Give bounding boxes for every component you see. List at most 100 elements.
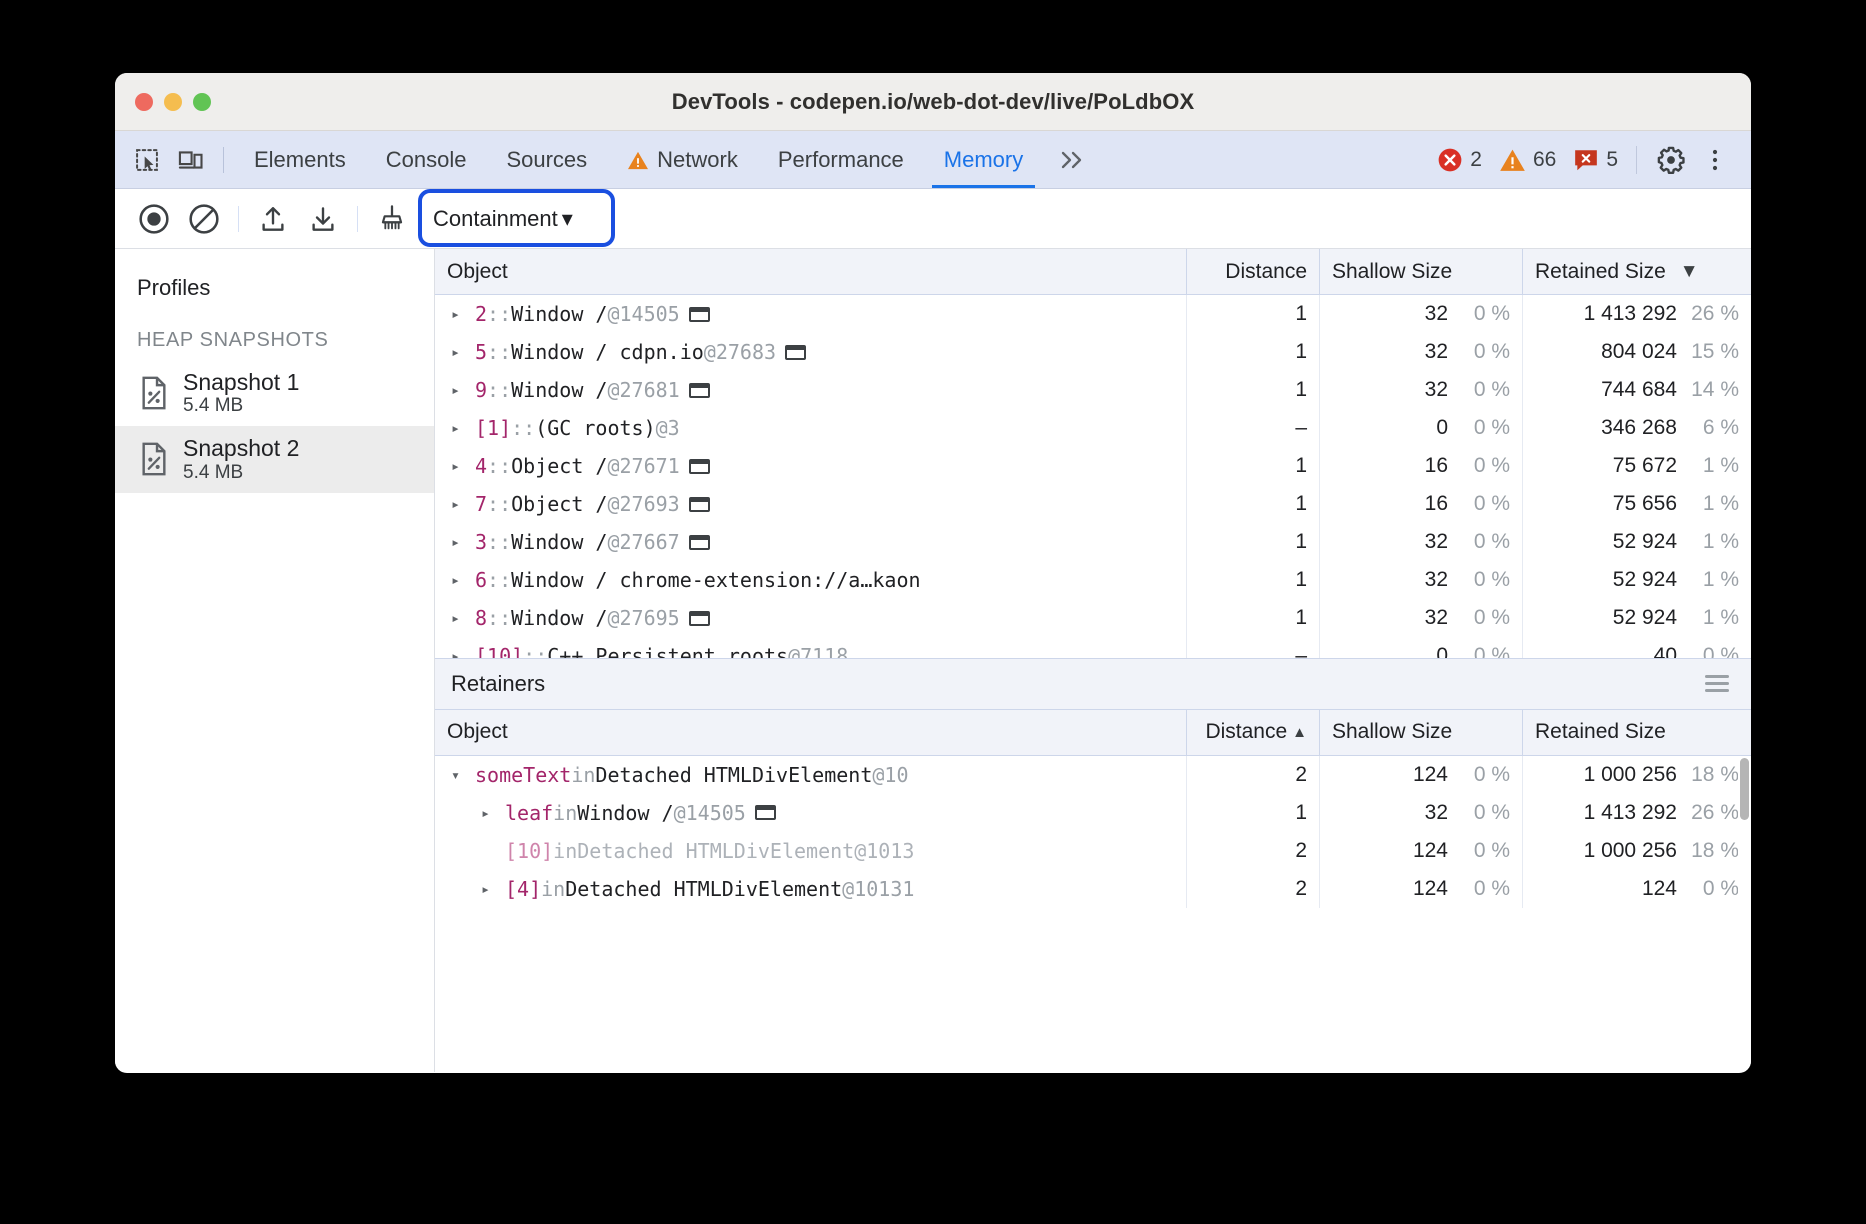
more-tabs-icon[interactable] bbox=[1043, 148, 1101, 172]
warning-badge[interactable]: 66 bbox=[1493, 148, 1562, 172]
retainers-column-header-shallow-size[interactable]: Shallow Size bbox=[1320, 710, 1523, 755]
shallow-size-value: 32 bbox=[1425, 340, 1448, 364]
device-toolbar-icon[interactable] bbox=[169, 140, 213, 180]
sidebar-section-heap-snapshots: HEAP SNAPSHOTS bbox=[115, 307, 434, 360]
collapsed-twisty-icon[interactable]: ▸ bbox=[451, 647, 475, 658]
zoom-window-button[interactable] bbox=[193, 93, 211, 111]
collapsed-twisty-icon[interactable]: ▸ bbox=[481, 880, 505, 898]
table-row[interactable]: ▸5 :: Window / cdpn.io @276831320 %804 0… bbox=[435, 333, 1751, 371]
object-address: @27683 bbox=[704, 340, 776, 364]
tab-console[interactable]: Console bbox=[366, 131, 487, 188]
table-row[interactable]: [10] in Detached HTMLDivElement @1013212… bbox=[435, 832, 1751, 870]
cell-object: ▸2 :: Window / @14505 bbox=[435, 295, 1187, 333]
retained-size-percent: 18 % bbox=[1677, 763, 1739, 787]
object-separator: in bbox=[553, 801, 577, 825]
collapsed-twisty-icon[interactable]: ▸ bbox=[451, 305, 475, 323]
table-row[interactable]: ▸4 :: Object / @276711160 %75 6721 % bbox=[435, 447, 1751, 485]
warning-count: 66 bbox=[1533, 148, 1556, 172]
collapsed-twisty-icon[interactable]: ▸ bbox=[451, 381, 475, 399]
warning-icon bbox=[1499, 148, 1526, 172]
error-badge[interactable]: 2 bbox=[1431, 147, 1488, 173]
collapsed-twisty-icon[interactable]: ▸ bbox=[481, 804, 505, 822]
retainers-column-header-retained-size[interactable]: Retained Size bbox=[1523, 710, 1751, 755]
object-index: leaf bbox=[505, 801, 553, 825]
table-row[interactable]: ▸[1] :: (GC roots) @3–00 %346 2686 % bbox=[435, 409, 1751, 447]
cell-distance: 2 bbox=[1187, 870, 1320, 908]
retainers-scrollbar[interactable] bbox=[1738, 756, 1751, 1073]
tab-memory[interactable]: Memory bbox=[924, 131, 1043, 188]
cell-shallow-size: 320 % bbox=[1320, 333, 1523, 371]
sidebar-title: Profiles bbox=[115, 265, 434, 307]
collapsed-twisty-icon[interactable]: ▸ bbox=[451, 609, 475, 627]
shallow-size-percent: 0 % bbox=[1448, 492, 1510, 516]
sidebar-item-snapshot-2[interactable]: Snapshot 2 5.4 MB bbox=[115, 426, 434, 492]
table-row[interactable]: ▸9 :: Window / @276811320 %744 68414 % bbox=[435, 371, 1751, 409]
table-row[interactable]: ▸8 :: Window / @276951320 %52 9241 % bbox=[435, 599, 1751, 637]
gear-icon[interactable] bbox=[1649, 140, 1693, 180]
collapsed-twisty-icon[interactable]: ▸ bbox=[451, 571, 475, 589]
memory-content: Object Distance Shallow Size Retained Si… bbox=[435, 249, 1751, 1072]
object-separator: :: bbox=[487, 340, 511, 364]
tab-elements[interactable]: Elements bbox=[234, 131, 366, 188]
table-row[interactable]: ▸leaf in Window / @145051320 %1 413 2922… bbox=[435, 794, 1751, 832]
table-row[interactable]: ▸[4] in Detached HTMLDivElement @1013121… bbox=[435, 870, 1751, 908]
shallow-size-value: 0 bbox=[1436, 644, 1448, 658]
issue-badge[interactable]: 5 bbox=[1567, 148, 1624, 172]
collect-garbage-broom-icon[interactable] bbox=[367, 197, 417, 241]
cell-object: ▸5 :: Window / cdpn.io @27683 bbox=[435, 333, 1187, 371]
minimize-window-button[interactable] bbox=[164, 93, 182, 111]
column-header-shallow-size[interactable]: Shallow Size bbox=[1320, 249, 1523, 294]
cell-distance: 1 bbox=[1187, 371, 1320, 409]
table-row[interactable]: ▸6 :: Window / chrome-extension://a…kaon… bbox=[435, 561, 1751, 599]
shallow-size-percent: 0 % bbox=[1448, 877, 1510, 901]
object-name: Window / bbox=[511, 302, 607, 326]
tab-performance[interactable]: Performance bbox=[758, 131, 924, 188]
cell-distance: 2 bbox=[1187, 756, 1320, 794]
snapshot-1-size: 5.4 MB bbox=[183, 395, 299, 417]
object-separator: in bbox=[553, 839, 577, 863]
scrollbar-thumb[interactable] bbox=[1740, 758, 1749, 820]
expanded-twisty-icon[interactable]: ▾ bbox=[451, 766, 475, 784]
shallow-size-value: 0 bbox=[1436, 416, 1448, 440]
retained-size-value: 75 656 bbox=[1613, 492, 1677, 516]
close-window-button[interactable] bbox=[135, 93, 153, 111]
retainers-column-header-object[interactable]: Object bbox=[435, 710, 1187, 755]
column-header-retained-size[interactable]: Retained Size ▼ bbox=[1523, 249, 1751, 294]
collapsed-twisty-icon[interactable]: ▸ bbox=[451, 457, 475, 475]
sidebar-item-snapshot-1[interactable]: Snapshot 1 5.4 MB bbox=[115, 360, 434, 426]
view-select[interactable]: Containment ▾ bbox=[427, 201, 579, 237]
table-row[interactable]: ▸3 :: Window / @276671320 %52 9241 % bbox=[435, 523, 1751, 561]
shallow-size-percent: 0 % bbox=[1448, 568, 1510, 592]
table-row[interactable]: ▸2 :: Window / @145051320 %1 413 29226 % bbox=[435, 295, 1751, 333]
panel-body: Profiles HEAP SNAPSHOTS Snapshot 1 5.4 M… bbox=[115, 249, 1751, 1072]
table-row[interactable]: ▸7 :: Object / @276931160 %75 6561 % bbox=[435, 485, 1751, 523]
object-address: @14505 bbox=[607, 302, 679, 326]
collapsed-twisty-icon[interactable]: ▸ bbox=[451, 419, 475, 437]
tab-sources[interactable]: Sources bbox=[486, 131, 607, 188]
object-name: Window / bbox=[511, 606, 607, 630]
download-icon[interactable] bbox=[298, 197, 348, 241]
collapsed-twisty-icon[interactable]: ▸ bbox=[451, 495, 475, 513]
clear-icon[interactable] bbox=[179, 197, 229, 241]
table-row[interactable]: ▾someText in Detached HTMLDivElement @10… bbox=[435, 756, 1751, 794]
retained-size-value: 1 000 256 bbox=[1584, 839, 1677, 863]
vertical-dots-icon[interactable] bbox=[1693, 140, 1737, 180]
table-row[interactable]: ▸[10] :: C++ Persistent roots @7118–00 %… bbox=[435, 637, 1751, 658]
collapsed-twisty-icon[interactable]: ▸ bbox=[451, 343, 475, 361]
collapsed-twisty-icon[interactable]: ▸ bbox=[451, 533, 475, 551]
hamburger-icon[interactable] bbox=[1699, 669, 1735, 698]
column-header-object[interactable]: Object bbox=[435, 249, 1187, 294]
record-icon[interactable] bbox=[129, 197, 179, 241]
cell-distance: 1 bbox=[1187, 794, 1320, 832]
retained-size-value: 1 413 292 bbox=[1584, 302, 1677, 326]
column-header-distance[interactable]: Distance bbox=[1187, 249, 1320, 294]
window-controls bbox=[135, 93, 211, 111]
object-address: @10 bbox=[872, 763, 908, 787]
tab-network-label: Network bbox=[657, 147, 738, 173]
object-name: Detached HTMLDivElement bbox=[565, 877, 842, 901]
upload-icon[interactable] bbox=[248, 197, 298, 241]
inspect-element-icon[interactable] bbox=[125, 140, 169, 180]
retainers-column-header-distance[interactable]: Distance ▲ bbox=[1187, 710, 1320, 755]
window-glyph-icon bbox=[785, 345, 806, 360]
tab-network[interactable]: Network bbox=[607, 131, 758, 188]
